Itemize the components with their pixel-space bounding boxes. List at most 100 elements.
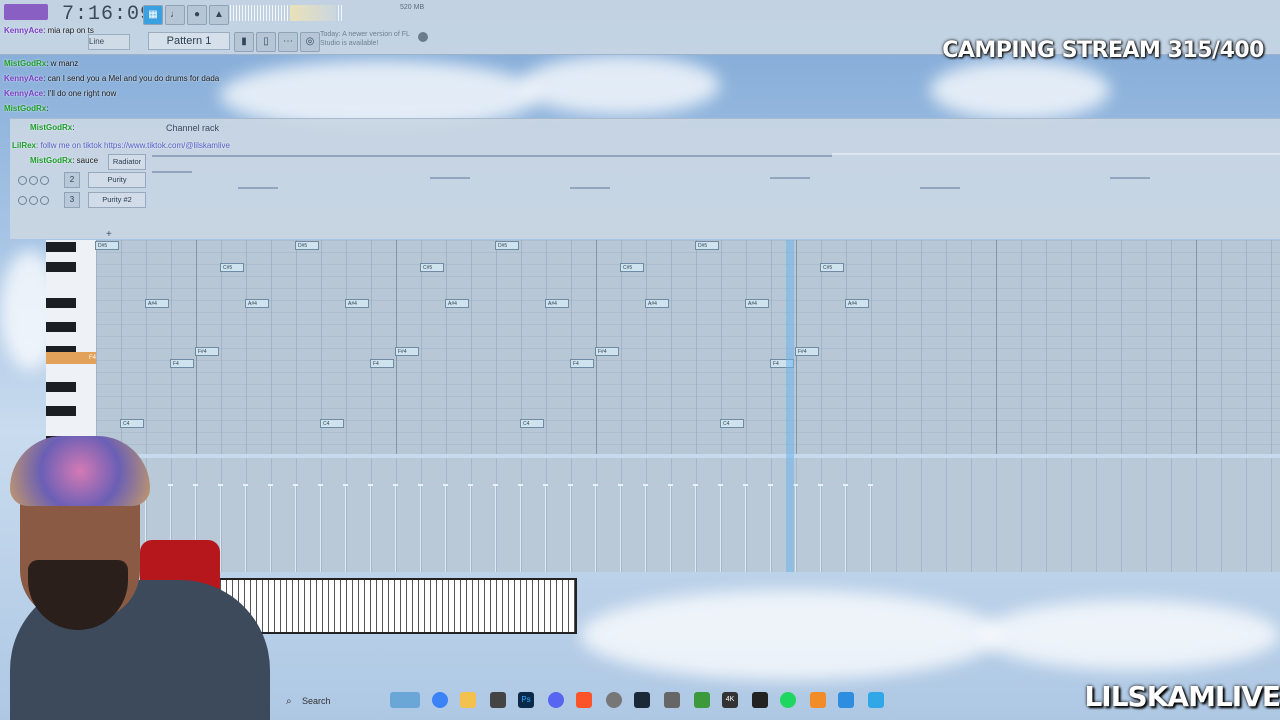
- capcut-icon[interactable]: [752, 692, 768, 708]
- velocity-bar[interactable]: [645, 486, 646, 572]
- piano-roll-note[interactable]: F4: [570, 359, 594, 368]
- piano-roll-note[interactable]: F4: [370, 359, 394, 368]
- piano-roll-note[interactable]: A#4: [445, 299, 469, 308]
- add-channel-icon[interactable]: +: [106, 229, 112, 240]
- velocity-handle[interactable]: [493, 484, 498, 486]
- app-icon[interactable]: [694, 692, 710, 708]
- piano-roll-note[interactable]: A#4: [645, 299, 669, 308]
- piano-roll-note[interactable]: D#5: [95, 241, 119, 250]
- velocity-lane[interactable]: [96, 458, 1280, 572]
- app-icon[interactable]: [664, 692, 680, 708]
- menu-logo[interactable]: [4, 4, 48, 20]
- velocity-handle[interactable]: [518, 484, 523, 486]
- update-icon[interactable]: [418, 32, 428, 42]
- velocity-handle[interactable]: [293, 484, 298, 486]
- spotify-icon[interactable]: [780, 692, 796, 708]
- velocity-bar[interactable]: [720, 486, 721, 572]
- velocity-bar[interactable]: [320, 486, 321, 572]
- alt-icon[interactable]: ⋯: [278, 32, 298, 52]
- velocity-bar[interactable]: [345, 486, 346, 572]
- velocity-bar[interactable]: [795, 486, 796, 572]
- channel-number[interactable]: 2: [64, 172, 80, 188]
- slide-icon[interactable]: ▯: [256, 32, 276, 52]
- velocity-bar[interactable]: [295, 486, 296, 572]
- velocity-handle[interactable]: [718, 484, 723, 486]
- black-key[interactable]: [46, 382, 76, 392]
- velocity-bar[interactable]: [845, 486, 846, 572]
- velocity-handle[interactable]: [318, 484, 323, 486]
- piano-roll-note[interactable]: C#5: [820, 263, 844, 272]
- piano-roll-note[interactable]: A#4: [145, 299, 169, 308]
- velocity-handle[interactable]: [818, 484, 823, 486]
- store-icon[interactable]: [490, 692, 506, 708]
- velocity-bar[interactable]: [520, 486, 521, 572]
- volume-knob-icon[interactable]: [40, 176, 49, 185]
- piano-roll-note[interactable]: C#5: [220, 263, 244, 272]
- fl-studio-icon[interactable]: [810, 692, 826, 708]
- velocity-bar[interactable]: [770, 486, 771, 572]
- taskbar-search[interactable]: Search: [284, 692, 402, 710]
- highlighted-key[interactable]: F4: [46, 352, 96, 364]
- velocity-handle[interactable]: [843, 484, 848, 486]
- piano-roll-note[interactable]: F#4: [795, 347, 819, 356]
- piano-roll-note[interactable]: C4: [520, 419, 544, 428]
- pan-knob-icon[interactable]: [29, 176, 38, 185]
- piano-roll-note[interactable]: C#5: [420, 263, 444, 272]
- velocity-handle[interactable]: [418, 484, 423, 486]
- velocity-bar[interactable]: [745, 486, 746, 572]
- piano-roll-note[interactable]: D#5: [295, 241, 319, 250]
- channel-name[interactable]: Radiator: [108, 154, 146, 170]
- velocity-handle[interactable]: [393, 484, 398, 486]
- piano-roll-note[interactable]: F#4: [595, 347, 619, 356]
- snap-mode-select[interactable]: Line: [88, 34, 130, 50]
- velocity-handle[interactable]: [543, 484, 548, 486]
- mute-led-icon[interactable]: [18, 196, 27, 205]
- tempo-icon[interactable]: ♩: [165, 5, 185, 25]
- velocity-bar[interactable]: [445, 486, 446, 572]
- velocity-handle[interactable]: [768, 484, 773, 486]
- piano-roll-note[interactable]: A#4: [245, 299, 269, 308]
- metronome-icon[interactable]: ▲: [209, 5, 229, 25]
- velocity-handle[interactable]: [443, 484, 448, 486]
- piano-roll-note[interactable]: C4: [120, 419, 144, 428]
- piano-roll-note[interactable]: A#4: [745, 299, 769, 308]
- velocity-bar[interactable]: [270, 486, 271, 572]
- velocity-bar[interactable]: [420, 486, 421, 572]
- black-key[interactable]: [46, 298, 76, 308]
- velocity-bar[interactable]: [595, 486, 596, 572]
- velocity-handle[interactable]: [468, 484, 473, 486]
- piano-roll-note[interactable]: D#5: [495, 241, 519, 250]
- piano-roll-note[interactable]: F#4: [195, 347, 219, 356]
- copilot-icon[interactable]: [432, 692, 448, 708]
- velocity-bar[interactable]: [545, 486, 546, 572]
- piano-roll-note[interactable]: A#4: [545, 299, 569, 308]
- channel-number[interactable]: 3: [64, 192, 80, 208]
- pan-knob-icon[interactable]: [29, 196, 38, 205]
- velocity-handle[interactable]: [668, 484, 673, 486]
- obs-icon[interactable]: [606, 692, 622, 708]
- piano-roll-note[interactable]: C4: [320, 419, 344, 428]
- velocity-handle[interactable]: [743, 484, 748, 486]
- velocity-handle[interactable]: [868, 484, 873, 486]
- widgets-icon[interactable]: [390, 692, 420, 708]
- piano-roll-note[interactable]: F4: [170, 359, 194, 368]
- mute-led-icon[interactable]: [18, 176, 27, 185]
- velocity-handle[interactable]: [593, 484, 598, 486]
- velocity-bar[interactable]: [670, 486, 671, 572]
- photoshop-icon[interactable]: Ps: [518, 692, 534, 708]
- steam-icon[interactable]: [634, 692, 650, 708]
- piano-roll-note[interactable]: A#4: [345, 299, 369, 308]
- 4k-app-icon[interactable]: 4K: [722, 692, 738, 708]
- piano-keys[interactable]: F4: [46, 240, 96, 454]
- velocity-handle[interactable]: [693, 484, 698, 486]
- velocity-handle[interactable]: [643, 484, 648, 486]
- step-icon[interactable]: ▮: [234, 32, 254, 52]
- channel-name[interactable]: Purity: [88, 172, 146, 188]
- channel-name[interactable]: Purity #2: [88, 192, 146, 208]
- online-icon[interactable]: ◎: [300, 32, 320, 52]
- black-key[interactable]: [46, 242, 76, 252]
- piano-roll-note[interactable]: A#4: [845, 299, 869, 308]
- velocity-bar[interactable]: [870, 486, 871, 572]
- pattern-selector[interactable]: Pattern 1: [148, 32, 230, 50]
- discord-icon[interactable]: [548, 692, 564, 708]
